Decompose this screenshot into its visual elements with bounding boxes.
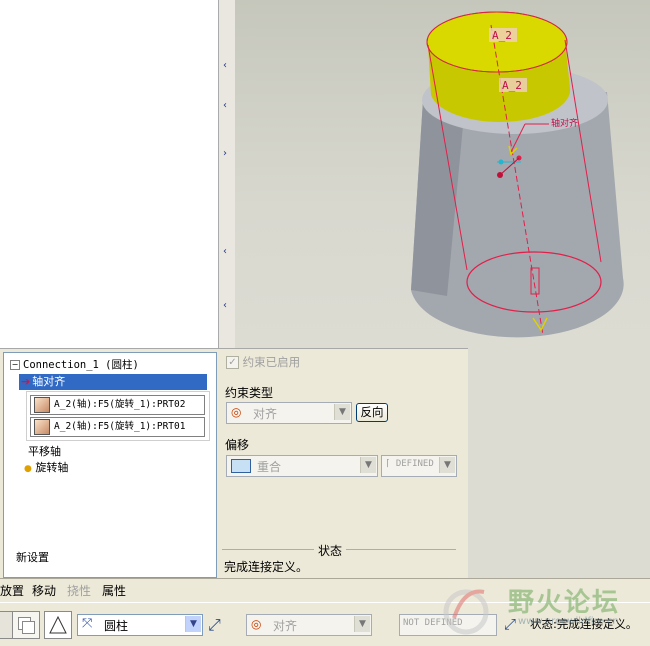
chevron-left-icon[interactable]: ‹	[223, 60, 227, 71]
align-icon: ◎	[231, 405, 242, 419]
reference-item[interactable]: A_2(轴):F5(旋转_1):PRT01	[30, 417, 205, 437]
chevron-right-icon[interactable]: ›	[223, 148, 227, 159]
connection-type-value: 圆柱	[104, 619, 129, 633]
enabled-checkbox-row[interactable]: ✓ 约束已启用	[226, 354, 300, 370]
connection-mode-icon[interactable]	[44, 611, 72, 639]
connection-svg	[49, 615, 67, 634]
axis-label-mid: A_2	[502, 79, 522, 92]
coincident-icon	[231, 459, 251, 473]
constraint-type-label: 约束类型	[225, 386, 274, 400]
model-tree-pane	[0, 0, 219, 348]
align-icon: ◎	[251, 617, 262, 631]
reference-item[interactable]: A_2(轴):F5(旋转_1):PRT02	[30, 395, 205, 415]
axis-align-item[interactable]: ➔ 轴对齐	[19, 374, 207, 390]
tab-move[interactable]: 移动	[32, 582, 56, 599]
chevron-down-icon[interactable]: ▼	[360, 457, 376, 473]
axis-label-top: A_2	[492, 29, 512, 42]
pane-splitter[interactable]: ‹ ‹ › ‹ ‹	[218, 0, 236, 348]
rotate-axis-label: 旋转轴	[35, 461, 69, 474]
offset-label: 偏移	[225, 438, 250, 452]
reference-label: A_2(轴):F5(旋转_1):PRT01	[54, 421, 186, 432]
offset-state-value: DEFINED	[395, 459, 434, 469]
status-text: 完成连接定义。	[224, 560, 309, 574]
copy-shape2	[22, 621, 35, 634]
assembly-model: A_2 A_2 轴对齐	[411, 11, 624, 338]
cylinder-connection-icon: ⤧	[82, 616, 93, 631]
enabled-label: 约束已启用	[242, 355, 301, 369]
chevron-left-icon[interactable]: ‹	[223, 300, 227, 311]
constraint-value-select[interactable]: ◎ 对齐 ▼	[246, 614, 372, 636]
translate-axis-item[interactable]: 平移轴	[28, 443, 61, 459]
reference-label: A_2(轴):F5(旋转_1):PRT02	[54, 399, 186, 410]
offset-type-value: 重合	[257, 460, 282, 474]
axis-align-label: 轴对齐	[32, 375, 66, 388]
watermark-url: www.proewildfire.cn	[518, 616, 619, 627]
axis-ref-icon	[34, 418, 50, 435]
collapse-icon[interactable]: −	[10, 360, 20, 370]
constraint-label: 轴对齐	[551, 117, 578, 129]
constraint-tree: − Connection_1 (圆柱) ➔ 轴对齐 A_2(轴):F5(旋转_1):…	[3, 352, 217, 578]
bullet-icon: ●	[24, 464, 32, 474]
connection-node[interactable]: − Connection_1 (圆柱)	[10, 357, 139, 372]
constraint-type-select[interactable]: ◎ 对齐 ▼	[226, 402, 352, 424]
chevron-left-icon[interactable]: ‹	[223, 100, 227, 111]
watermark-logo	[443, 589, 489, 635]
chevron-left-icon[interactable]: ‹	[223, 246, 227, 257]
chevron-down-icon[interactable]: ▼	[185, 616, 201, 632]
offset-state-select[interactable]: ⌈ DEFINED ▼	[381, 455, 457, 477]
forum-watermark: 野火论坛 www.proewildfire.cn	[440, 580, 650, 640]
status-title: 状态	[314, 542, 347, 559]
reference-list: A_2(轴):F5(旋转_1):PRT02 A_2(轴):F5(旋转_1):PR…	[26, 391, 210, 441]
graphics-viewport[interactable]: A_2 A_2 轴对齐	[235, 0, 650, 348]
chevron-down-icon[interactable]: ▼	[334, 404, 350, 420]
constraint-value-text: 对齐	[273, 619, 298, 633]
connection-label: Connection_1 (圆柱)	[23, 359, 139, 371]
connection-type-select[interactable]: ⤧ 圆柱 ▼	[77, 614, 203, 636]
flip-button[interactable]: 反向	[356, 403, 388, 422]
tab-properties[interactable]: 属性	[102, 582, 126, 599]
panel-filler	[468, 348, 650, 578]
offset-state-text: ⌈ DEFINED	[385, 459, 434, 469]
watermark-title: 野火论坛	[508, 588, 621, 618]
constraint-type-value: 对齐	[253, 407, 278, 421]
copy-icon[interactable]	[12, 611, 40, 639]
tab-placement[interactable]: 放置	[0, 582, 24, 599]
enabled-checkbox[interactable]: ✓	[226, 356, 239, 369]
new-set-item[interactable]: 新设置	[16, 549, 49, 565]
arrow-right-icon: ➔	[21, 375, 31, 388]
chevron-down-icon[interactable]: ▼	[439, 457, 455, 473]
rotate-axis-item[interactable]: ● 旋转轴	[24, 459, 68, 475]
tab-flexibility[interactable]: 挠性	[67, 582, 91, 599]
flip-icon[interactable]: ⤢	[208, 615, 221, 635]
axis-ref-icon	[34, 396, 50, 413]
offset-type-select[interactable]: 重合 ▼	[226, 455, 378, 477]
chevron-down-icon[interactable]: ▼	[354, 616, 370, 632]
